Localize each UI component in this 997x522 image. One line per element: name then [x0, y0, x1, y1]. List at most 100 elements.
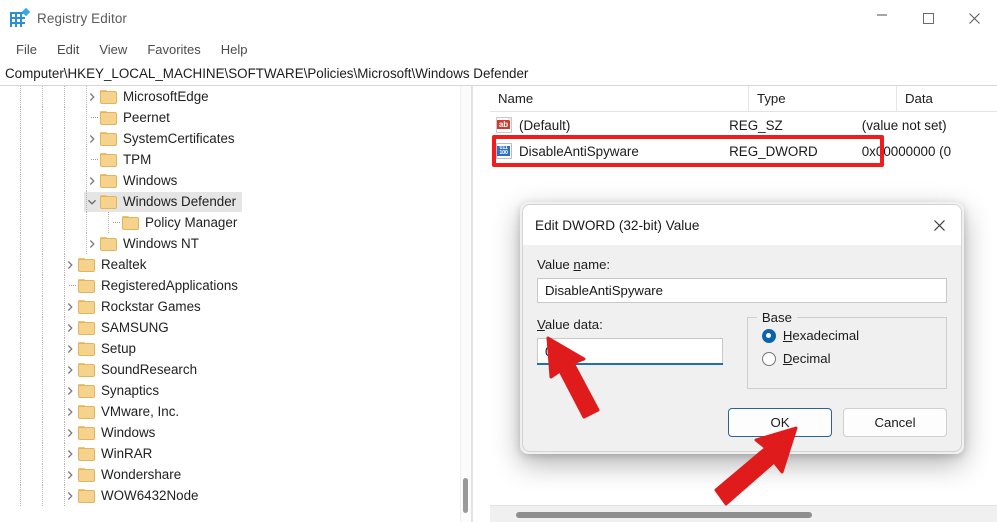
tree-item-windows-nt[interactable]: Windows NT [0, 233, 470, 254]
column-header-type[interactable]: Type [749, 86, 897, 111]
radio-decimal[interactable]: Decimal [762, 351, 946, 366]
tree-guide-line [42, 422, 43, 443]
tree-item-hit[interactable]: Peernet [84, 108, 176, 128]
minimize-button[interactable] [859, 0, 905, 36]
tree-item-tpm[interactable]: TPM [0, 149, 470, 170]
tree-item-rockstar-games[interactable]: Rockstar Games [0, 296, 470, 317]
tree-item-hit[interactable]: Rockstar Games [62, 297, 207, 317]
tree-item-hit[interactable]: Wondershare [62, 465, 187, 485]
tree-guide-line [64, 233, 65, 254]
folder-icon [100, 153, 117, 167]
tree-guide-line [64, 170, 65, 191]
tree-item-hit[interactable]: Windows [84, 171, 183, 191]
tree-item-hit[interactable]: WinRAR [62, 444, 158, 464]
tree-guide-line [20, 149, 21, 170]
tree-item-hit[interactable]: MicrosoftEdge [84, 87, 215, 107]
tree-item-hit[interactable]: SAMSUNG [62, 318, 175, 338]
table-row[interactable]: ab(Default)REG_SZ(value not set) [490, 112, 997, 138]
table-row[interactable]: 011100DisableAntiSpywareREG_DWORD0x00000… [490, 138, 997, 164]
tree-item-registeredapplications[interactable]: RegisteredApplications [0, 275, 470, 296]
tree-item-hit[interactable]: Realtek [62, 255, 152, 275]
tree-guide-line [42, 380, 43, 401]
tree-guide-line [86, 86, 87, 107]
radio-hexadecimal[interactable]: Hexadecimal [762, 328, 946, 343]
tree-guide-line [64, 149, 65, 170]
radio-decimal-indicator[interactable] [762, 352, 776, 366]
tree-guide-line [42, 485, 43, 506]
tree-item-winrar[interactable]: WinRAR [0, 443, 470, 464]
tree-item-hit[interactable]: RegisteredApplications [62, 276, 244, 296]
tree-scrollbar-thumb[interactable] [463, 478, 468, 513]
column-header-name[interactable]: Name [490, 86, 749, 111]
tree-item-samsung[interactable]: SAMSUNG [0, 317, 470, 338]
tree-item-windows[interactable]: Windows [0, 170, 470, 191]
tree-item-policy-manager[interactable]: Policy Manager [0, 212, 470, 233]
tree-guide-line [64, 359, 65, 380]
tree-guide-line [20, 422, 21, 443]
value-name-input[interactable]: DisableAntiSpyware [537, 278, 947, 303]
value-data-focus-underline [537, 363, 723, 365]
tree-guide-line [64, 275, 65, 296]
tree-guide-line [64, 212, 65, 233]
registry-tree[interactable]: MicrosoftEdgePeernet SystemCertificates TP… [0, 86, 470, 522]
tree-item-label: Wondershare [101, 467, 181, 482]
ok-button[interactable]: OK [728, 408, 832, 437]
tree-guide-line [42, 443, 43, 464]
radio-hexadecimal-indicator[interactable] [762, 329, 776, 343]
menu-item-favorites[interactable]: Favorites [137, 39, 210, 60]
tree-item-hit[interactable]: Windows [62, 423, 161, 443]
tree-item-hit[interactable]: Policy Manager [106, 213, 243, 233]
tree-item-hit[interactable]: SoundResearch [62, 360, 203, 380]
column-header-data[interactable]: Data [897, 86, 997, 111]
tree-item-wondershare[interactable]: Wondershare [0, 464, 470, 485]
tree-item-hit[interactable]: Synaptics [62, 381, 165, 401]
tree-item-hit[interactable]: Windows Defender [84, 192, 242, 212]
tree-guide-line [20, 485, 21, 506]
cancel-button[interactable]: Cancel [843, 408, 947, 437]
tree-item-wow6432node[interactable]: WOW6432Node [0, 485, 470, 506]
tree-item-systemcertificates[interactable]: SystemCertificates [0, 128, 470, 149]
tree-item-soundresearch[interactable]: SoundResearch [0, 359, 470, 380]
folder-icon [78, 489, 95, 503]
tree-guide-line [20, 254, 21, 275]
folder-icon [100, 195, 117, 209]
close-button[interactable] [951, 0, 997, 36]
address-bar[interactable]: Computer\HKEY_LOCAL_MACHINE\SOFTWARE\Pol… [0, 62, 997, 86]
maximize-button[interactable] [905, 0, 951, 36]
tree-guide-line [64, 191, 65, 212]
tree-item-peernet[interactable]: Peernet [0, 107, 470, 128]
tree-item-hit[interactable]: Setup [62, 339, 142, 359]
menu-item-help[interactable]: Help [211, 39, 258, 60]
tree-item-synaptics[interactable]: Synaptics [0, 380, 470, 401]
list-scrollbar-thumb[interactable] [516, 512, 812, 518]
tree-vertical-scrollbar[interactable] [460, 86, 471, 522]
tree-guide-line [20, 86, 21, 107]
tree-item-realtek[interactable]: Realtek [0, 254, 470, 275]
tree-item-setup[interactable]: Setup [0, 338, 470, 359]
tree-item-microsoftedge[interactable]: MicrosoftEdge [0, 86, 470, 107]
window-controls [859, 0, 997, 36]
menu-item-view[interactable]: View [89, 39, 137, 60]
tree-guide-line [20, 464, 21, 485]
menu-item-edit[interactable]: Edit [47, 39, 89, 60]
dialog-title-bar: Edit DWORD (32-bit) Value [523, 205, 961, 245]
menu-item-file[interactable]: File [6, 39, 47, 60]
tree-item-hit[interactable]: SystemCertificates [84, 129, 241, 149]
tree-item-hit[interactable]: TPM [84, 150, 157, 170]
window-title: Registry Editor [37, 11, 127, 26]
tree-guide-line [42, 338, 43, 359]
pane-splitter[interactable] [471, 86, 473, 522]
dialog-close-icon[interactable] [917, 205, 961, 245]
cell-name: ab(Default) [490, 117, 721, 133]
value-data-input[interactable]: 0 [537, 338, 723, 363]
tree-item-windows[interactable]: Windows [0, 422, 470, 443]
cell-type: REG_DWORD [721, 144, 854, 159]
tree-item-hit[interactable]: WOW6432Node [62, 486, 205, 506]
tree-item-hit[interactable]: VMware, Inc. [62, 402, 185, 422]
tree-item-vmware-inc[interactable]: VMware, Inc. [0, 401, 470, 422]
base-group: Base Hexadecimal Decimal [747, 317, 947, 389]
tree-item-label: SystemCertificates [123, 131, 235, 146]
tree-item-windows-defender[interactable]: Windows Defender [0, 191, 470, 212]
tree-item-hit[interactable]: Windows NT [84, 234, 205, 254]
tree-guide-line [20, 338, 21, 359]
